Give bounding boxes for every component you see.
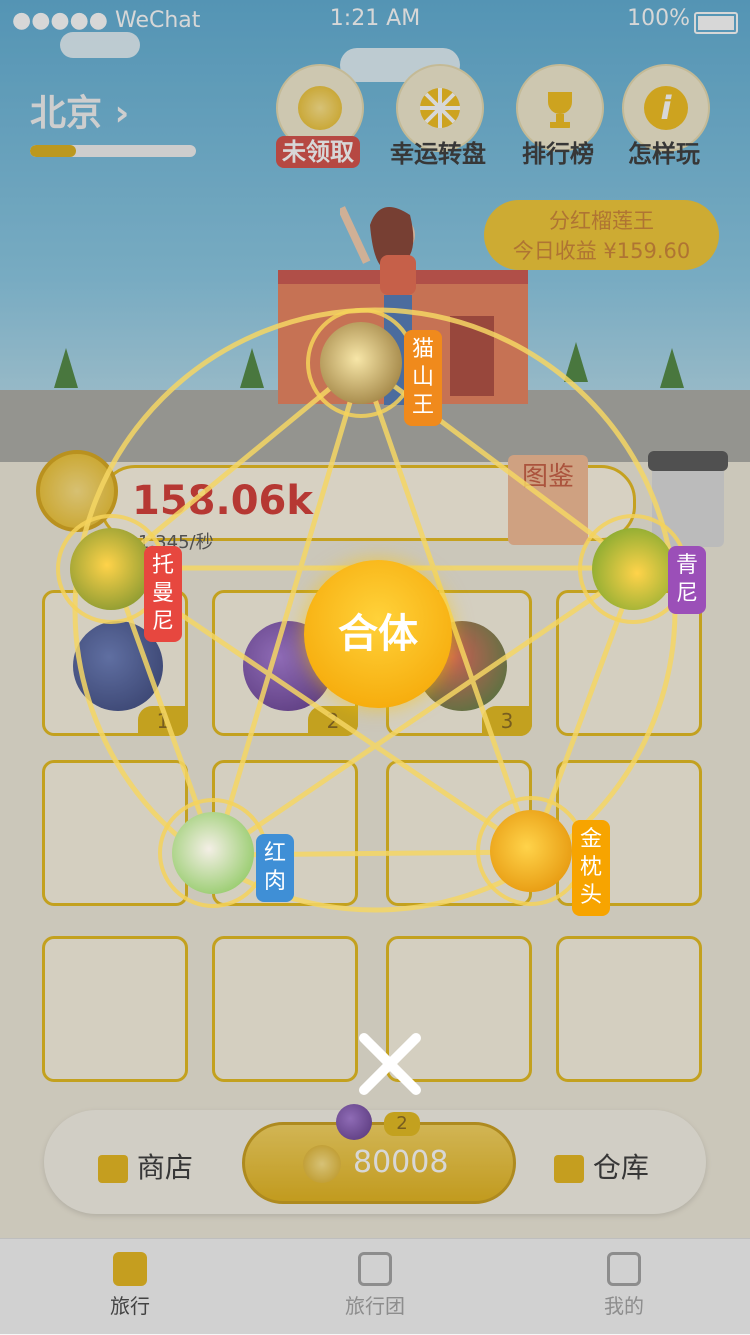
merge-button[interactable]: 合体 — [304, 560, 452, 708]
durian-icon — [320, 322, 402, 404]
durian-icon — [592, 528, 674, 610]
merge-tag: 红肉 — [256, 834, 294, 902]
durian-icon — [490, 810, 572, 892]
merge-tag: 青尼 — [668, 546, 706, 614]
merge-tag: 托曼尼 — [144, 546, 182, 642]
durian-icon — [172, 812, 254, 894]
merge-node-golden-pillow[interactable] — [476, 796, 586, 906]
merge-node-red-flesh[interactable] — [158, 798, 268, 908]
durian-icon — [70, 528, 152, 610]
merge-tag: 金枕头 — [572, 820, 610, 916]
merge-node-musang-king[interactable] — [306, 308, 416, 418]
merge-tag: 猫山王 — [404, 330, 442, 426]
close-icon[interactable] — [356, 1030, 424, 1098]
